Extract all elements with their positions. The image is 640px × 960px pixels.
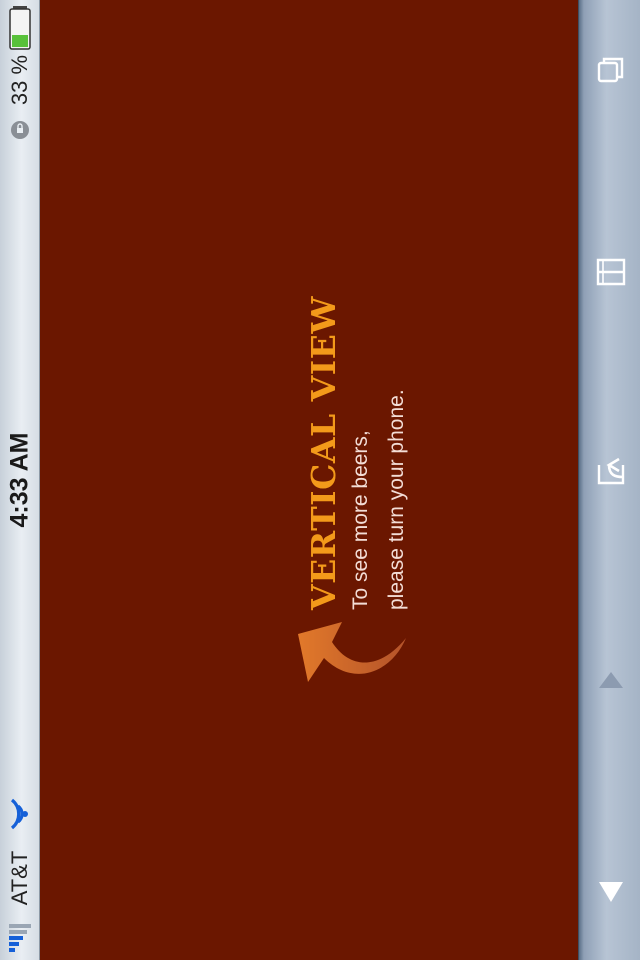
rotate-arrow-icon bbox=[288, 612, 413, 687]
battery-percent: 33 % bbox=[7, 54, 32, 106]
rotation-lock-icon bbox=[10, 120, 30, 140]
clock-time: 4:33 AM bbox=[5, 432, 34, 528]
back-arrow-icon[interactable] bbox=[595, 876, 627, 908]
message-line-1: To see more beers, bbox=[349, 430, 372, 610]
share-icon[interactable] bbox=[595, 455, 627, 487]
web-content: VERTICAL VIEW To see more beers, please … bbox=[40, 0, 578, 960]
battery-icon bbox=[9, 6, 31, 50]
message-title: VERTICAL VIEW bbox=[304, 296, 343, 610]
forward-arrow-icon[interactable] bbox=[595, 664, 627, 696]
status-bar: 33 % 4:33 AM AT&T bbox=[0, 0, 40, 960]
wifi-icon bbox=[6, 796, 34, 832]
browser-toolbar bbox=[578, 0, 640, 960]
orientation-message: VERTICAL VIEW To see more beers, please … bbox=[304, 280, 415, 610]
carrier-name: AT&T bbox=[7, 850, 32, 906]
message-line-2: please turn your phone. bbox=[385, 389, 408, 610]
tabs-icon[interactable] bbox=[595, 54, 627, 86]
signal-bars-icon bbox=[9, 924, 31, 952]
bookmarks-icon[interactable] bbox=[595, 256, 627, 288]
